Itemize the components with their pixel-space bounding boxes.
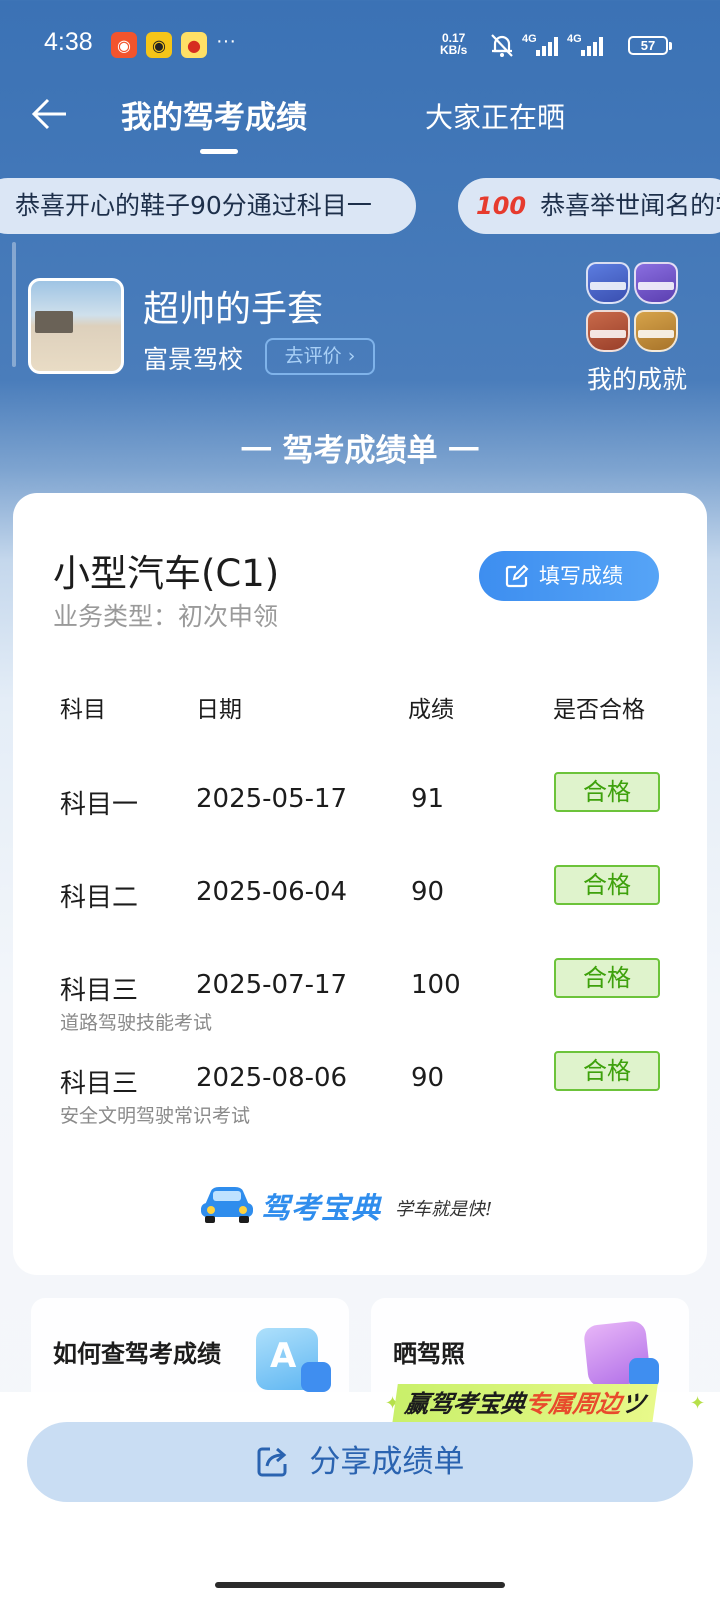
license-type: 小型汽车(C1)	[53, 552, 280, 595]
fill-score-button[interactable]: 填写成绩	[479, 551, 659, 601]
column-header: 是否合格	[553, 697, 645, 723]
brand-logo: 驾考宝典 学车就是快!	[199, 1181, 529, 1231]
driving-school-name: 富景驾校	[143, 345, 244, 374]
table-row: 科目三 2025-08-06 90 合格 安全文明驾驶常识考试	[13, 1051, 707, 1143]
status-bar: 4:38 ◉ ◉ ● ··· 0.17 KB/s 4G 4G 57	[0, 0, 720, 90]
score-cell: 90	[411, 1063, 445, 1093]
active-tab-indicator	[200, 149, 238, 154]
hundred-points-icon: 100	[476, 192, 527, 220]
subject-cell: 科目三	[60, 976, 139, 1006]
merch-promo-banner[interactable]: 赢驾考宝典专属周边 ツ	[392, 1384, 658, 1424]
ticker-text: 恭喜开心的鞋子90分通过科目一	[15, 191, 372, 220]
table-row: 科目一 2025-05-17 91 合格	[13, 772, 707, 864]
svg-text:4G: 4G	[567, 33, 582, 45]
business-type: 业务类型：初次申领	[53, 602, 279, 631]
back-arrow-icon[interactable]	[30, 96, 70, 132]
date-cell: 2025-06-04	[196, 877, 348, 907]
score-card: 小型汽车(C1) 业务类型：初次申领 填写成绩 科目 日期 成绩 是否合格 科目…	[13, 493, 707, 1275]
app-notification-icon: ◉	[146, 32, 172, 58]
score-cell: 90	[411, 877, 445, 907]
pass-badge: 合格	[554, 865, 660, 905]
user-name: 超帅的手套	[143, 289, 324, 330]
signal-icon: 4G	[522, 33, 558, 56]
tab-my-scores[interactable]: 我的驾考成绩	[121, 92, 307, 137]
tab-everyone-sharing[interactable]: 大家正在晒	[425, 96, 565, 136]
rate-school-button[interactable]: 去评价 ›	[265, 338, 375, 375]
pass-badge: 合格	[554, 1051, 660, 1091]
section-title: 一 驾考成绩单 一	[240, 433, 480, 469]
column-header: 科目	[60, 697, 106, 723]
achievement-badges[interactable]	[586, 262, 686, 352]
subject-note: 安全文明驾驶常识考试	[60, 1105, 251, 1127]
congrats-ticker-item[interactable]: 恭喜开心的鞋子90分通过科目一	[0, 178, 416, 234]
more-notifications-icon: ···	[216, 30, 236, 52]
badge-icon	[586, 310, 630, 352]
column-header: 日期	[196, 697, 242, 723]
weibo-notification-icon: ●	[181, 32, 207, 58]
network-speed: 0.17 KB/s	[440, 31, 468, 57]
badge-icon	[586, 262, 630, 304]
share-scores-button[interactable]: 分享成绩单	[27, 1422, 693, 1502]
date-cell: 2025-08-06	[196, 1063, 348, 1093]
avatar[interactable]	[28, 278, 124, 374]
battery-indicator: 57	[628, 36, 672, 55]
congrats-ticker-item[interactable]: 100 恭喜举世闻名的学	[458, 178, 720, 234]
car-logo-icon	[201, 1187, 253, 1223]
subject-note: 道路驾驶技能考试	[60, 1012, 213, 1034]
badge-icon	[634, 310, 678, 352]
score-cell: 91	[411, 784, 445, 814]
home-indicator	[215, 1582, 505, 1588]
share-icon	[257, 1447, 287, 1476]
status-time: 4:38	[44, 28, 93, 56]
my-achievements-link[interactable]: 我的成就	[587, 360, 687, 396]
app-notification-icon: ◉	[111, 32, 137, 58]
column-header: 成绩	[408, 697, 454, 723]
sparkle-icon: ✦	[690, 1393, 706, 1414]
table-row: 科目三 2025-07-17 100 合格 道路驾驶技能考试	[13, 958, 707, 1050]
subject-cell: 科目三	[60, 1069, 139, 1099]
subject-cell: 科目二	[60, 883, 139, 913]
ticker-text: 恭喜举世闻名的学	[540, 191, 720, 220]
scroll-indicator	[12, 242, 16, 367]
date-cell: 2025-07-17	[196, 970, 348, 1000]
signal-icon: 4G	[567, 33, 603, 56]
badge-icon	[634, 262, 678, 304]
pass-badge: 合格	[554, 772, 660, 812]
table-row: 科目二 2025-06-04 90 合格	[13, 865, 707, 957]
date-cell: 2025-05-17	[196, 784, 348, 814]
edit-icon	[505, 564, 529, 588]
chevron-right-icon: ›	[341, 345, 356, 367]
mute-icon	[491, 34, 513, 57]
svg-text:4G: 4G	[522, 33, 537, 45]
pass-badge: 合格	[554, 958, 660, 998]
score-cell: 100	[411, 970, 461, 1000]
search-icon	[301, 1362, 331, 1392]
subject-cell: 科目一	[60, 790, 139, 820]
